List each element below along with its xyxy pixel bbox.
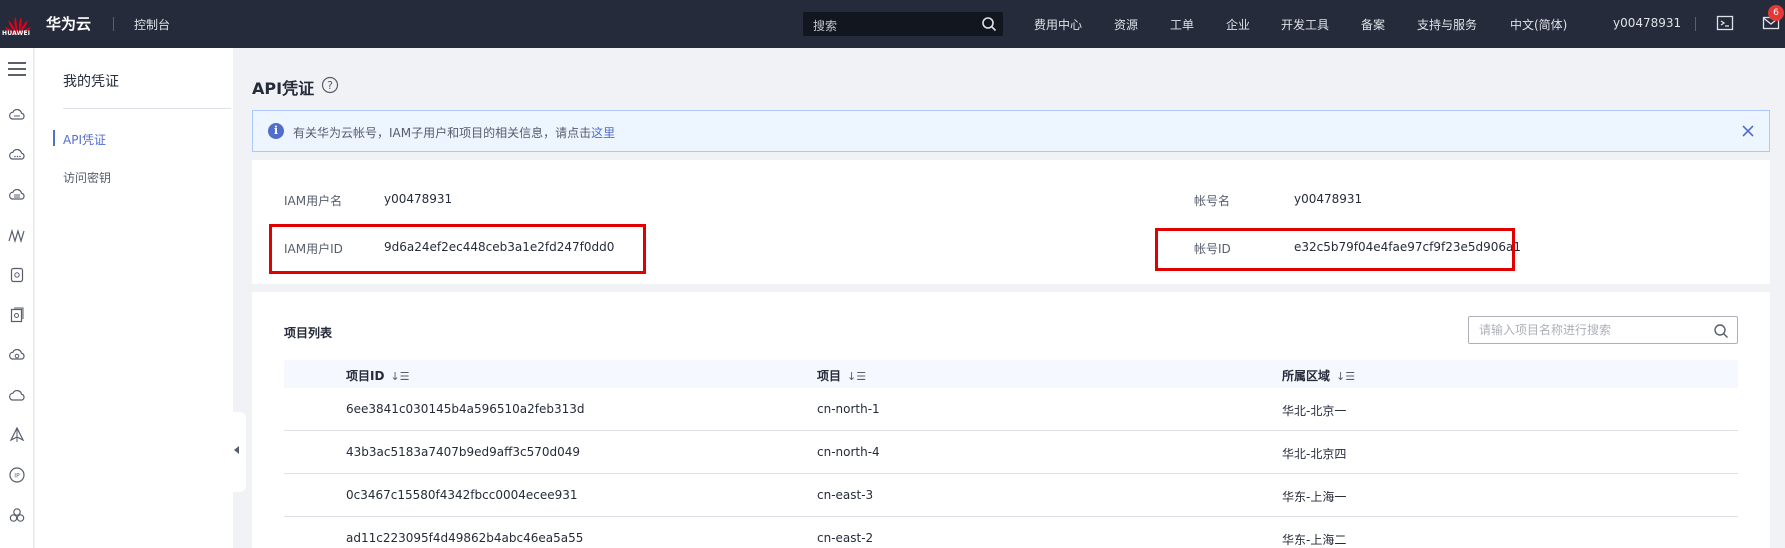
- cloud-upload-icon[interactable]: [8, 346, 26, 364]
- table-header: 项目ID ↓☰ 项目 ↓☰ 所属区域 ↓☰: [284, 360, 1738, 388]
- nav-enterprise[interactable]: 企业: [1226, 16, 1250, 33]
- collapse-arrow-icon: [234, 446, 239, 454]
- account-name-value: y00478931: [1294, 192, 1363, 206]
- mountain-icon[interactable]: [8, 226, 26, 244]
- project-list-title: 项目列表: [284, 326, 333, 340]
- search-icon[interactable]: [1713, 323, 1729, 339]
- table-row: 0c3467c15580f4342fbcc0004ecee931 cn-east…: [284, 474, 1738, 517]
- service-icon-rail: IP: [0, 48, 34, 548]
- database-icon[interactable]: [8, 266, 26, 284]
- project-name-cell: cn-north-4: [817, 445, 880, 459]
- nav-billing-center[interactable]: 费用中心: [1034, 16, 1082, 33]
- table-row: ad11c223095f4d49862b4abc46ea5a55 cn-east…: [284, 517, 1738, 548]
- account-name-label: 帐号名: [1194, 194, 1231, 208]
- info-icon: i: [268, 123, 284, 139]
- cloud-network-icon[interactable]: [8, 146, 26, 164]
- column-project[interactable]: 项目 ↓☰: [817, 367, 866, 384]
- svg-text:IP: IP: [14, 473, 20, 480]
- divider: [63, 108, 231, 109]
- nav-resources[interactable]: 资源: [1114, 16, 1138, 33]
- nav-language[interactable]: 中文(简体): [1510, 16, 1567, 33]
- page-title: API凭证: [252, 79, 315, 98]
- sort-icon[interactable]: ↓☰: [847, 370, 866, 383]
- nav-user-account[interactable]: y00478931: [1613, 16, 1681, 30]
- region-cell: 华东-上海一: [1282, 490, 1347, 504]
- project-search-field[interactable]: [1468, 316, 1738, 344]
- sidebar-item-api-credentials[interactable]: API凭证: [63, 131, 106, 148]
- sidebar-collapse-toggle[interactable]: [230, 412, 246, 492]
- cloud-server-icon[interactable]: [8, 106, 26, 124]
- notice-message: 有关华为云帐号，IAM子用户和项目的相关信息，请点击这里: [293, 124, 615, 141]
- cloud-storage-icon[interactable]: [8, 186, 26, 204]
- iam-user-name-value: y00478931: [384, 192, 453, 206]
- logo-wordmark: HUAWEI: [2, 30, 31, 37]
- console-link[interactable]: 控制台: [134, 16, 170, 33]
- help-icon[interactable]: ?: [321, 76, 339, 94]
- flag-icon[interactable]: [8, 426, 26, 444]
- region-cell: 华北-北京一: [1282, 404, 1347, 418]
- project-name-cell: cn-north-1: [817, 402, 880, 416]
- project-id-cell: 6ee3841c030145b4a596510a2feb313d: [346, 402, 585, 416]
- info-notice: i 有关华为云帐号，IAM子用户和项目的相关信息，请点击这里: [252, 110, 1770, 152]
- divider: [113, 17, 114, 31]
- global-search-input[interactable]: 搜索: [803, 12, 1003, 36]
- sort-icon[interactable]: ↓☰: [1336, 370, 1355, 383]
- brand-name[interactable]: 华为云: [46, 13, 91, 34]
- iam-user-name-label: IAM用户名: [284, 194, 343, 208]
- document-icon[interactable]: [8, 306, 26, 324]
- project-list-card: 项目列表 项目ID ↓☰ 项目 ↓☰ 所属区域 ↓☰ 6ee3841c030145b4…: [252, 292, 1770, 548]
- region-cell: 华北-北京四: [1282, 447, 1347, 461]
- column-label: 项目: [817, 369, 842, 383]
- sidebar-title: 我的凭证: [63, 74, 119, 90]
- mail-badge: 6: [1768, 5, 1784, 21]
- sidebar-item-access-keys[interactable]: 访问密钥: [63, 169, 111, 186]
- nav-tickets[interactable]: 工单: [1170, 16, 1194, 33]
- close-icon[interactable]: [1740, 123, 1756, 139]
- cloud-icon[interactable]: [8, 386, 26, 404]
- project-search-input[interactable]: [1479, 322, 1699, 338]
- account-id-highlight: [1155, 228, 1515, 271]
- table-row: 6ee3841c030145b4a596510a2feb313d cn-nort…: [284, 388, 1738, 431]
- region-cell: 华东-上海二: [1282, 533, 1347, 547]
- project-id-cell: ad11c223095f4d49862b4abc46ea5a55: [346, 531, 584, 545]
- project-name-cell: cn-east-2: [817, 531, 874, 545]
- credentials-sidebar: 我的凭证 API凭证 访问密钥: [35, 48, 233, 548]
- sort-icon[interactable]: ↓☰: [390, 370, 409, 383]
- svg-text:?: ?: [327, 79, 333, 92]
- nav-dev-tools[interactable]: 开发工具: [1281, 16, 1329, 33]
- menu-icon[interactable]: [8, 62, 26, 76]
- column-project-id[interactable]: 项目ID ↓☰: [346, 367, 410, 384]
- table-row: 43b3ac5183a7407b9ed9aff3c570d049 cn-nort…: [284, 431, 1738, 474]
- top-navbar: HUAWEI 华为云 控制台 搜索 费用中心 资源 工单 企业 开发工具 备案 …: [0, 0, 1785, 48]
- column-label: 项目ID: [346, 369, 385, 383]
- search-icon[interactable]: [981, 16, 997, 32]
- notice-text: 有关华为云帐号，IAM子用户和项目的相关信息，请点击: [293, 126, 592, 140]
- iam-user-id-highlight: [269, 224, 646, 274]
- ip-icon[interactable]: IP: [8, 466, 26, 484]
- cluster-icon[interactable]: [8, 506, 26, 524]
- divider: [1695, 17, 1696, 31]
- column-label: 所属区域: [1282, 369, 1331, 383]
- notice-link[interactable]: 这里: [591, 126, 615, 140]
- project-id-cell: 43b3ac5183a7407b9ed9aff3c570d049: [346, 445, 581, 459]
- project-id-cell: 0c3467c15580f4342fbcc0004ecee931: [346, 488, 578, 502]
- credentials-card: IAM用户名 y00478931 帐号名 y00478931 IAM用户ID 9…: [252, 160, 1770, 284]
- nav-support[interactable]: 支持与服务: [1417, 16, 1477, 33]
- project-name-cell: cn-east-3: [817, 488, 874, 502]
- column-region[interactable]: 所属区域 ↓☰: [1282, 367, 1355, 384]
- cloud-shell-icon[interactable]: [1716, 14, 1734, 32]
- search-placeholder: 搜索: [813, 19, 838, 33]
- active-indicator: [53, 130, 55, 146]
- nav-icp-filing[interactable]: 备案: [1361, 16, 1385, 33]
